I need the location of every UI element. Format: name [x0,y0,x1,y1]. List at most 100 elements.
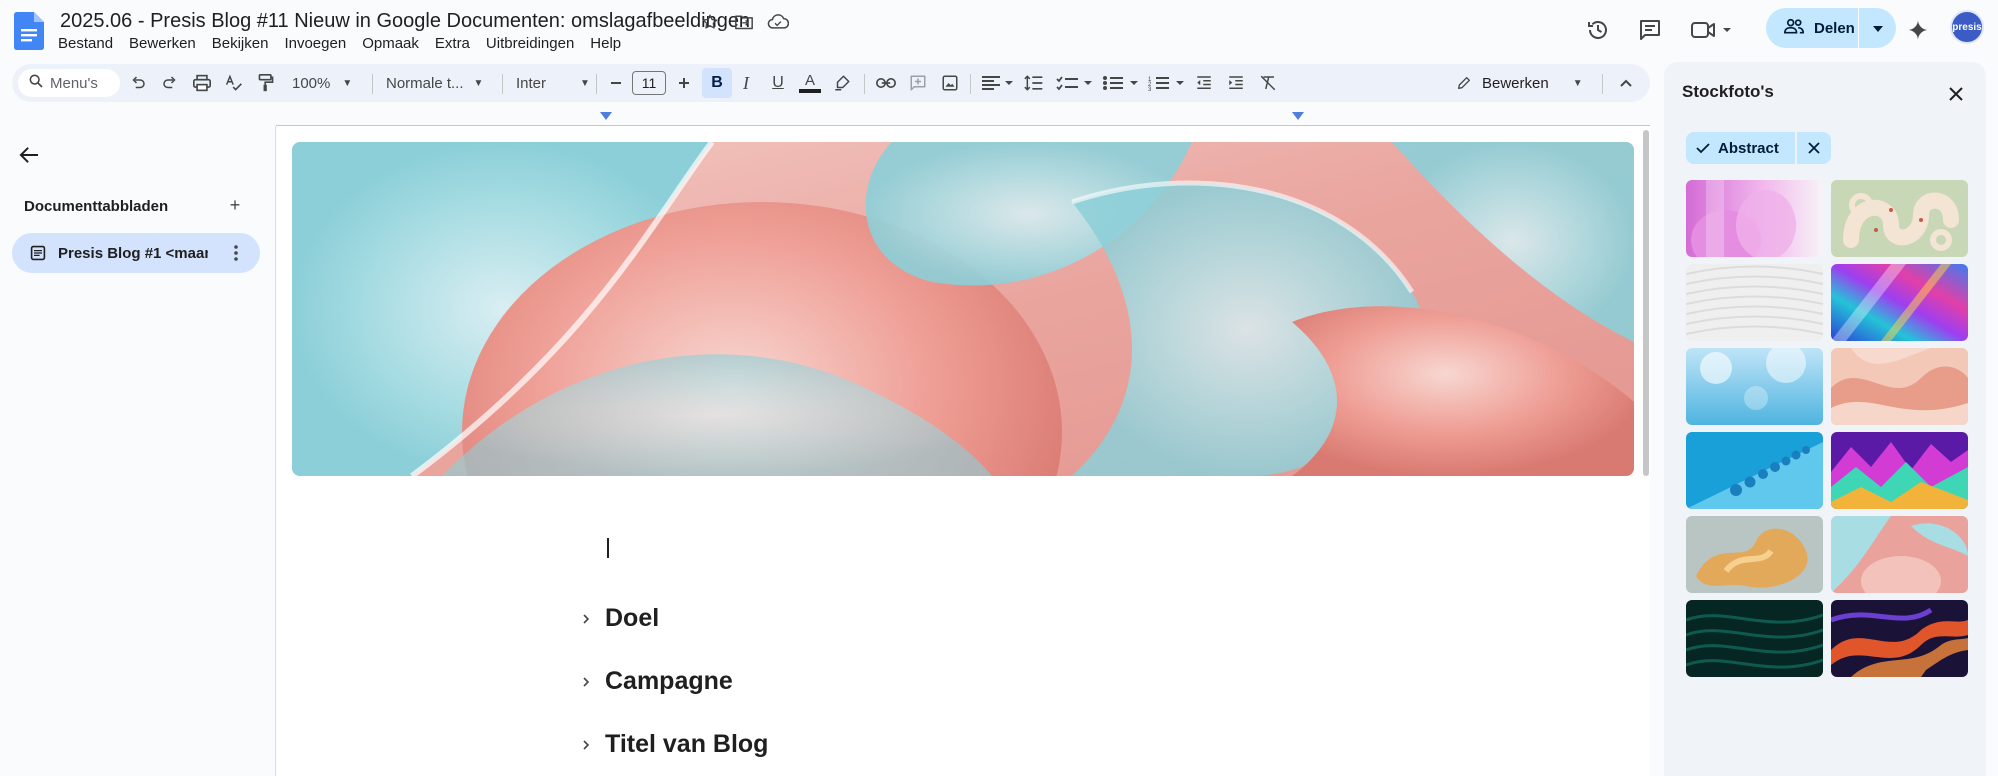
cover-image[interactable] [292,142,1634,476]
stock-photo-dark-teal[interactable] [1686,600,1823,677]
italic-icon[interactable]: I [734,71,758,95]
title-bar: 2025.06 - Presis Blog #11 Nieuw in Googl… [0,0,1998,62]
right-indent-marker[interactable] [1292,112,1304,120]
increase-font-size-icon[interactable] [672,71,696,95]
spellcheck-icon[interactable] [222,71,246,95]
paint-format-icon[interactable] [254,71,278,95]
decrease-font-size-icon[interactable] [604,71,628,95]
numbered-list-icon[interactable]: 123 [1146,71,1188,95]
collapse-toolbar-icon[interactable] [1614,71,1638,95]
increase-indent-icon[interactable] [1224,71,1248,95]
redo-icon[interactable] [158,71,182,95]
stock-photo-rainbow-streaks[interactable] [1831,264,1968,341]
ruler[interactable] [276,108,1650,126]
share-main[interactable]: Delen [1766,8,1858,48]
stock-photo-sky-bokeh[interactable] [1686,348,1823,425]
back-arrow-icon[interactable] [16,142,42,168]
more-vert-icon[interactable] [226,243,246,263]
google-docs-logo-icon[interactable] [14,12,44,50]
menu-invoegen[interactable]: Invoegen [276,34,354,54]
undo-icon[interactable] [126,71,150,95]
align-icon[interactable] [978,71,1018,95]
stock-photos-panel: Stockfoto's Abstract [1664,62,1986,776]
style-select[interactable]: Normale t... ▼ [386,64,483,102]
share-label: Delen [1814,19,1855,37]
stock-photo-orange-flame[interactable] [1831,600,1968,677]
document-scrollbar[interactable] [1643,130,1649,476]
menu-uitbreidingen[interactable]: Uitbreidingen [478,34,582,54]
tab-item-label: Presis Blog #1 <maand... [58,244,208,262]
heading-campagne[interactable]: Campagne [579,667,733,696]
chevron-right-icon[interactable] [579,738,593,752]
search-icon [28,73,44,93]
tab-item[interactable]: Presis Blog #1 <maand... [12,233,260,273]
heading-titel-van-blog[interactable]: Titel van Blog [579,730,768,759]
stock-photo-blue-spheres[interactable] [1686,432,1823,509]
toolbar-divider [1602,74,1603,94]
heading-doel[interactable]: Doel [579,604,659,633]
cloud-status-icon[interactable] [766,10,790,34]
filter-chip-label: Abstract [1718,139,1779,157]
share-dropdown[interactable] [1859,19,1896,37]
menu-bestand[interactable]: Bestand [50,34,121,54]
left-indent-marker[interactable] [600,112,612,120]
font-size-input[interactable]: 11 [632,71,666,95]
insert-image-icon[interactable] [938,71,962,95]
comments-icon[interactable] [1634,14,1666,46]
font-value: Inter [516,74,547,92]
menu-extra[interactable]: Extra [427,34,478,54]
checklist-icon[interactable] [1054,71,1096,95]
stock-photo-neon-mountains[interactable] [1831,432,1968,509]
menu-help[interactable]: Help [582,34,629,54]
stock-photo-pink-glass[interactable] [1686,180,1823,257]
share-button[interactable]: Delen [1766,8,1896,48]
stock-photo-pearl-spiral[interactable] [1831,180,1968,257]
menu-opmaak[interactable]: Opmaak [354,34,427,54]
avatar[interactable]: presis [1950,10,1984,44]
menu-bekijken[interactable]: Bekijken [204,34,277,54]
title-icons [698,10,790,34]
stock-photo-peach-silk[interactable] [1831,348,1968,425]
star-icon[interactable] [698,10,722,34]
close-icon[interactable] [1944,82,1968,106]
gemini-sparkle-icon[interactable] [1902,14,1934,46]
zoom-select[interactable]: 100% ▼ [292,64,352,102]
bulleted-list-icon[interactable] [1100,71,1142,95]
stock-photo-golden-fluid[interactable] [1686,516,1823,593]
insert-link-icon[interactable] [874,71,898,95]
menu-bar: Bestand Bewerken Bekijken Invoegen Opmaa… [50,34,629,54]
document-page[interactable]: Doel Campagne Titel van Blog [277,126,1650,776]
menu-bewerken[interactable]: Bewerken [121,34,204,54]
chevron-right-icon[interactable] [579,612,593,626]
version-history-icon[interactable] [1582,14,1614,46]
stock-photo-white-ribbed[interactable] [1686,264,1823,341]
meet-call-icon[interactable] [1686,14,1738,46]
text-cursor [607,538,609,558]
underline-icon[interactable]: U [766,71,790,95]
edit-mode-select[interactable]: Bewerken ▼ [1456,64,1583,102]
print-icon[interactable] [190,71,214,95]
stock-photo-grid [1686,180,1968,677]
document-title[interactable]: 2025.06 - Presis Blog #11 Nieuw in Googl… [60,10,750,33]
caret-down-icon [1872,19,1883,37]
clear-formatting-icon[interactable] [1256,71,1280,95]
panel-title: Stockfoto's [1682,82,1774,101]
style-caret-icon: ▼ [473,77,484,89]
line-spacing-icon[interactable] [1022,71,1046,95]
menu-search[interactable]: Menu's [18,69,120,97]
filter-chip-main[interactable]: Abstract [1686,132,1795,164]
highlight-pen-icon[interactable] [830,71,854,95]
move-folder-icon[interactable] [732,10,756,34]
decrease-indent-icon[interactable] [1192,71,1216,95]
add-comment-icon[interactable] [906,71,930,95]
filter-chip[interactable]: Abstract [1686,132,1831,164]
remove-filter-icon[interactable] [1796,132,1831,164]
bold-icon[interactable]: B [702,68,732,98]
stock-photo-pink-ribbons[interactable] [1831,516,1968,593]
svg-text:3: 3 [1148,87,1152,91]
chevron-right-icon[interactable] [579,675,593,689]
toolbar-divider [864,74,865,94]
text-color-icon[interactable]: A [798,71,822,95]
add-tab-icon[interactable]: + [224,194,246,216]
font-select[interactable]: Inter ▼ [516,64,590,102]
